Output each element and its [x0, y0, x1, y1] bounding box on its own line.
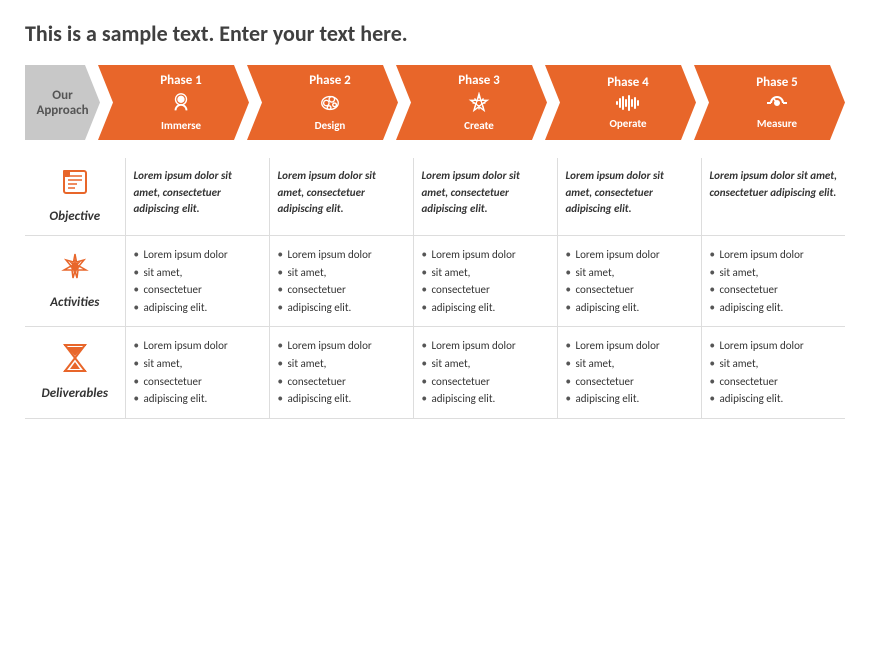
- content-table: Objective Lorem ipsum dolor sit amet, co…: [25, 158, 845, 419]
- list-item: consectetuer: [422, 281, 549, 299]
- activities-label: Activities: [50, 295, 99, 310]
- phase-3-number: Phase 3: [458, 73, 500, 88]
- list-item: adipiscing elit.: [278, 390, 405, 408]
- list-item: Lorem ipsum dolor: [710, 246, 838, 264]
- objective-row: Objective Lorem ipsum dolor sit amet, co…: [25, 158, 845, 236]
- create-icon: [468, 92, 490, 117]
- immerse-icon: [170, 92, 192, 117]
- list-item: consectetuer: [710, 281, 838, 299]
- list-item: sit amet,: [422, 355, 549, 373]
- deliverables-row: Deliverables Lorem ipsum dolor sit amet,…: [25, 327, 845, 418]
- phase-5-name: Measure: [757, 117, 797, 130]
- list-item: adipiscing elit.: [566, 299, 693, 317]
- list-item: Lorem ipsum dolor: [134, 246, 261, 264]
- objective-cell-3: Lorem ipsum dolor sit amet, consectetuer…: [413, 158, 557, 236]
- list-item: sit amet,: [278, 264, 405, 282]
- activities-cell-1: Lorem ipsum dolor sit amet, consectetuer…: [125, 236, 269, 327]
- design-icon: [319, 92, 341, 117]
- deliverables-cell-4: Lorem ipsum dolor sit amet, consectetuer…: [557, 327, 701, 418]
- phase-5-arrow: Phase 5 Measure: [694, 65, 845, 140]
- star-icon: [30, 252, 120, 288]
- phase-4-arrow: Phase 4 Operate: [545, 65, 696, 140]
- list-item: sit amet,: [134, 355, 261, 373]
- list-item: sit amet,: [566, 264, 693, 282]
- phase-1-name: Immerse: [161, 119, 201, 132]
- list-item: adipiscing elit.: [422, 390, 549, 408]
- list-item: adipiscing elit.: [566, 390, 693, 408]
- activities-row: Activities Lorem ipsum dolor sit amet, c…: [25, 236, 845, 327]
- deliverables-cell-2: Lorem ipsum dolor sit amet, consectetuer…: [269, 327, 413, 418]
- list-item: Lorem ipsum dolor: [278, 337, 405, 355]
- list-icon: [30, 168, 120, 202]
- list-item: consectetuer: [134, 281, 261, 299]
- objective-header: Objective: [25, 158, 125, 236]
- objective-label: Objective: [49, 209, 100, 224]
- phase-2-name: Design: [315, 119, 346, 132]
- list-item: consectetuer: [566, 373, 693, 391]
- phase-row: OurApproach Phase 1 Immerse Phase 2 Desi…: [25, 65, 845, 140]
- list-item: Lorem ipsum dolor: [710, 337, 838, 355]
- list-item: Lorem ipsum dolor: [134, 337, 261, 355]
- phase-4-number: Phase 4: [607, 75, 649, 90]
- list-item: Lorem ipsum dolor: [566, 246, 693, 264]
- phase-1-number: Phase 1: [160, 73, 202, 88]
- list-item: adipiscing elit.: [134, 390, 261, 408]
- list-item: sit amet,: [134, 264, 261, 282]
- phase-2-number: Phase 2: [309, 73, 351, 88]
- list-item: sit amet,: [710, 264, 838, 282]
- list-item: consectetuer: [710, 373, 838, 391]
- deliverables-cell-3: Lorem ipsum dolor sit amet, consectetuer…: [413, 327, 557, 418]
- operate-icon: [615, 94, 641, 115]
- measure-icon: [765, 94, 789, 115]
- phase-4-name: Operate: [609, 117, 646, 130]
- list-item: consectetuer: [566, 281, 693, 299]
- list-item: adipiscing elit.: [710, 299, 838, 317]
- list-item: adipiscing elit.: [422, 299, 549, 317]
- activities-cell-2: Lorem ipsum dolor sit amet, consectetuer…: [269, 236, 413, 327]
- activities-cell-4: Lorem ipsum dolor sit amet, consectetuer…: [557, 236, 701, 327]
- phase-2-arrow: Phase 2 Design: [247, 65, 398, 140]
- list-item: sit amet,: [422, 264, 549, 282]
- list-item: adipiscing elit.: [134, 299, 261, 317]
- approach-label: OurApproach: [25, 65, 100, 140]
- deliverables-label: Deliverables: [42, 386, 108, 401]
- hourglass-icon: [30, 343, 120, 379]
- list-item: Lorem ipsum dolor: [278, 246, 405, 264]
- objective-cell-4: Lorem ipsum dolor sit amet, consectetuer…: [557, 158, 701, 236]
- list-item: consectetuer: [134, 373, 261, 391]
- phase-3-name: Create: [464, 119, 494, 132]
- deliverables-header: Deliverables: [25, 327, 125, 418]
- activities-cell-5: Lorem ipsum dolor sit amet, consectetuer…: [701, 236, 845, 327]
- phase-3-arrow: Phase 3 Create: [396, 65, 547, 140]
- objective-cell-1: Lorem ipsum dolor sit amet, consectetuer…: [125, 158, 269, 236]
- list-item: sit amet,: [710, 355, 838, 373]
- list-item: consectetuer: [422, 373, 549, 391]
- list-item: consectetuer: [278, 373, 405, 391]
- list-item: adipiscing elit.: [278, 299, 405, 317]
- list-item: Lorem ipsum dolor: [566, 337, 693, 355]
- activities-header: Activities: [25, 236, 125, 327]
- list-item: Lorem ipsum dolor: [422, 246, 549, 264]
- phase-5-number: Phase 5: [756, 75, 798, 90]
- list-item: sit amet,: [566, 355, 693, 373]
- deliverables-cell-5: Lorem ipsum dolor sit amet, consectetuer…: [701, 327, 845, 418]
- list-item: consectetuer: [278, 281, 405, 299]
- phase-1-arrow: Phase 1 Immerse: [98, 65, 249, 140]
- activities-cell-3: Lorem ipsum dolor sit amet, consectetuer…: [413, 236, 557, 327]
- list-item: adipiscing elit.: [710, 390, 838, 408]
- list-item: Lorem ipsum dolor: [422, 337, 549, 355]
- objective-cell-2: Lorem ipsum dolor sit amet, consectetuer…: [269, 158, 413, 236]
- objective-cell-5: Lorem ipsum dolor sit amet, consectetuer…: [701, 158, 845, 236]
- list-item: sit amet,: [278, 355, 405, 373]
- deliverables-cell-1: Lorem ipsum dolor sit amet, consectetuer…: [125, 327, 269, 418]
- page-title: This is a sample text. Enter your text h…: [25, 20, 845, 47]
